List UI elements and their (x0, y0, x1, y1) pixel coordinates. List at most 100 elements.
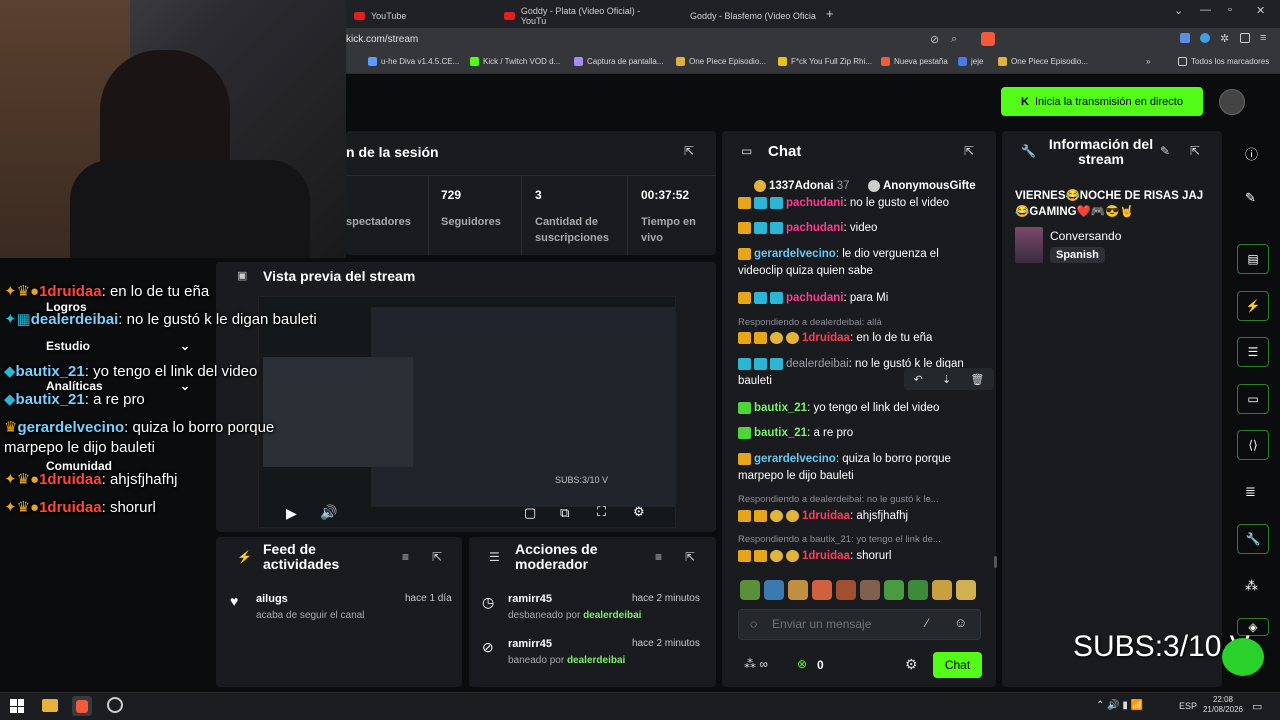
rail-list-icon[interactable]: ☰ (1237, 337, 1269, 367)
command-icon[interactable]: ⁄ (926, 616, 928, 630)
activity-user[interactable]: ailugs (256, 593, 288, 605)
delete-icon[interactable]: 🗑 (970, 373, 984, 386)
send-chat-button[interactable]: Chat (933, 652, 982, 678)
settings-icon[interactable]: ⚙ (633, 504, 645, 520)
reply-context[interactable]: Respondiendo a bautix_21: yo tengo el li… (738, 534, 941, 545)
mod-action-user[interactable]: ramirr45 (508, 638, 552, 650)
popout-icon[interactable]: ⇱ (432, 550, 442, 564)
popout-icon[interactable]: ⇱ (684, 144, 694, 158)
brave-shield-icon[interactable] (981, 32, 995, 46)
chat-message[interactable]: bautix_21: yo tengo el link del video (738, 400, 939, 417)
bookmark-folder[interactable]: Todos los marcadores (1178, 57, 1269, 66)
filter-icon[interactable]: ≡ (655, 550, 662, 564)
chat-message[interactable]: pachudani: video (738, 220, 877, 237)
menu-icon[interactable]: ≡ (1260, 32, 1266, 44)
browser-tab[interactable]: Goddy - Plata (Video Oficial) - YouTu (496, 4, 674, 28)
emote-icon[interactable] (956, 580, 976, 600)
reply-context[interactable]: Respondiendo a dealerdeibai: allá (738, 317, 882, 328)
user-badge-icon[interactable]: ◌ (750, 617, 757, 631)
popout-icon[interactable]: ⇱ (1190, 144, 1200, 158)
bookmark-item[interactable]: Kick / Twitch VOD d... (470, 57, 560, 66)
sidebar-icon[interactable] (1240, 33, 1250, 43)
rail-panel-icon[interactable]: ▤ (1237, 244, 1269, 274)
emote-icon[interactable] (932, 580, 952, 600)
chat-scrollbar[interactable] (994, 556, 997, 568)
emote-icon[interactable] (860, 580, 880, 600)
reply-icon[interactable]: ↶ (914, 373, 923, 386)
notification-icon[interactable]: ▭ (1252, 700, 1262, 713)
puzzle-icon[interactable]: ✲ (1220, 32, 1229, 45)
chat-message[interactable]: 1druidaa: ahjsfjhafhj (738, 508, 908, 525)
browser-tab[interactable]: Goddy - Blasfemo (Video Oficial) - Yo (676, 4, 816, 28)
bookmark-item[interactable]: One Piece Episodio... (998, 57, 1088, 66)
extension-icon[interactable] (1180, 33, 1190, 43)
bookmark-item[interactable]: jeje (958, 57, 983, 66)
chat-message[interactable]: 1druidaa: shorurl (738, 548, 891, 565)
overlay-menu-item[interactable]: Estudio (46, 339, 90, 353)
windows-start-icon[interactable] (10, 699, 24, 713)
rail-code-icon[interactable]: ⟨⟩ (1237, 430, 1269, 460)
emoji-icon[interactable]: ☺ (954, 615, 967, 630)
bookmark-item[interactable]: F*ck You Full Zip Rhi... (778, 57, 872, 66)
emote-icon[interactable] (740, 580, 760, 600)
play-icon[interactable]: ▶ (286, 505, 297, 522)
go-live-button[interactable]: K Inicia la transmisión en directo (1001, 87, 1203, 116)
chat-message[interactable]: pachudani: para Mi (738, 290, 888, 307)
reply-context[interactable]: Respondiendo a dealerdeibai: no le gustó… (738, 494, 939, 505)
info-icon[interactable]: ⓘ (1245, 144, 1258, 163)
emote-icon[interactable] (884, 580, 904, 600)
pip-icon[interactable]: ⧉ (560, 505, 569, 521)
clock[interactable]: 22:08 21/08/2026 (1201, 695, 1245, 715)
new-tab-button[interactable]: + (826, 6, 834, 21)
taskbar-browser-button[interactable] (72, 696, 92, 716)
rail-stack-icon[interactable]: ≣ (1245, 484, 1256, 500)
emote-icon[interactable] (788, 580, 808, 600)
pinned-gifter[interactable]: 1337Adonai 37 (754, 180, 850, 192)
file-explorer-icon[interactable] (42, 699, 58, 712)
pinned-gifter[interactable]: AnonymousGifte (868, 180, 976, 192)
chat-message[interactable]: gerardelvecino: quiza lo borro porque ma… (738, 451, 978, 485)
chat-settings-icon[interactable]: ⚙ (905, 656, 918, 673)
chat-message[interactable]: gerardelvecino: le dio verguenza el vide… (738, 246, 978, 280)
rail-wrench-icon[interactable]: 🔧 (1237, 524, 1269, 554)
pin-icon[interactable]: ⇣ (942, 373, 951, 386)
rail-points-icon[interactable]: ⁂ (1245, 578, 1258, 594)
category-thumbnail[interactable] (1015, 227, 1043, 263)
emote-icon[interactable] (812, 580, 832, 600)
bookmarks-more-button[interactable]: » (1146, 57, 1150, 66)
chat-message[interactable]: 1druidaa: en lo de tu eña (738, 330, 932, 347)
bookmark-item[interactable]: u-he Diva v1.4.5.CE... (368, 57, 459, 66)
zoom-icon[interactable]: ⌕ (951, 33, 957, 46)
rail-bolt-icon[interactable]: ⚡ (1237, 291, 1269, 321)
popout-icon[interactable]: ⇱ (685, 550, 695, 564)
chevron-down-icon[interactable]: ⌄ (180, 339, 190, 353)
bookmark-item[interactable]: Captura de pantalla... (574, 57, 664, 66)
emote-icon[interactable] (908, 580, 928, 600)
eye-off-icon[interactable]: ⊘ (930, 33, 939, 46)
avatar[interactable] (1219, 89, 1245, 115)
tab-search-icon[interactable]: ⌄ (1174, 4, 1183, 24)
emote-icon[interactable] (764, 580, 784, 600)
category-name[interactable]: Conversando (1050, 229, 1121, 243)
close-window-icon[interactable]: ✕ (1256, 4, 1265, 24)
bookmark-item[interactable]: One Piece Episodio... (676, 57, 766, 66)
browser-tab[interactable]: YouTube (346, 4, 496, 28)
url-field[interactable]: kick.com/stream (346, 34, 418, 45)
chat-message[interactable]: bautix_21: a re pro (738, 425, 853, 442)
chevron-down-icon[interactable]: ⌄ (180, 379, 190, 393)
extension-icon[interactable] (1200, 33, 1210, 43)
points-icon[interactable]: ⁂ ∞ (744, 657, 768, 671)
rail-chat-icon[interactable]: ▭ (1237, 384, 1269, 414)
obs-icon[interactable] (107, 697, 123, 713)
stream-preview-video[interactable]: SUBS:3/10 V (258, 296, 676, 528)
language-indicator[interactable]: ESP (1179, 701, 1197, 711)
minimize-icon[interactable]: — (1200, 4, 1211, 24)
chat-input[interactable] (772, 614, 912, 634)
edit-icon[interactable]: ✎ (1160, 144, 1170, 158)
bookmark-item[interactable]: Nueva pestaña (881, 57, 948, 66)
pencil-icon[interactable]: ✎ (1245, 190, 1256, 206)
fullscreen-icon[interactable]: ⛶ (597, 504, 606, 520)
theater-icon[interactable]: ▢ (524, 505, 536, 521)
emote-icon[interactable] (836, 580, 856, 600)
filter-icon[interactable]: ≡ (402, 550, 409, 564)
